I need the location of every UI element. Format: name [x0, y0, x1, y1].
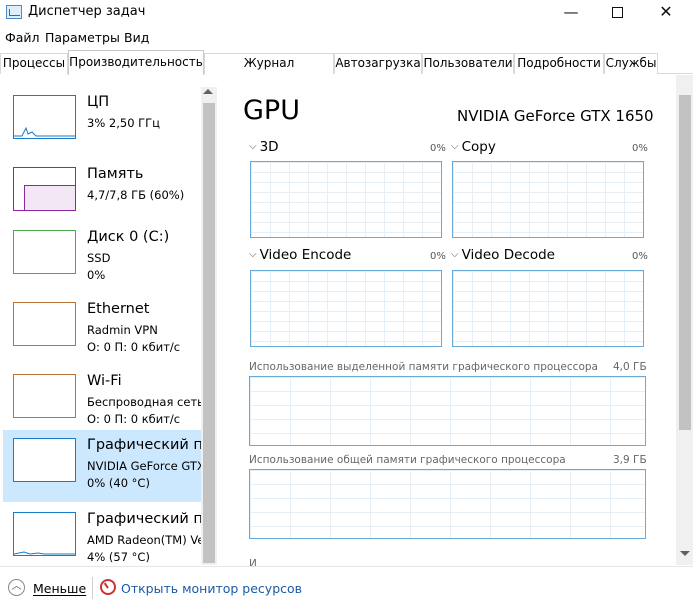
engine-value: 0%	[632, 143, 648, 154]
resource-monitor-icon[interactable]	[100, 579, 116, 595]
engine-label: Video Decode	[461, 247, 555, 263]
resource-name: Графический п	[87, 511, 203, 527]
fewer-details-button[interactable]: Меньше	[33, 581, 86, 596]
scroll-up-arrow-icon[interactable]	[203, 89, 213, 94]
resource-detail-secondary: 4% (57 °C)	[87, 550, 150, 564]
engine-value: 0%	[430, 143, 446, 154]
engine-label: Video Encode	[259, 247, 352, 263]
resource-detail-secondary: 0%	[87, 268, 106, 282]
tab-bar: Процессы Производительность Журнал прило…	[0, 50, 693, 89]
resource-detail: 4,7/7,8 ГБ (60%)	[87, 188, 185, 202]
resource-name: Wi-Fi	[87, 373, 122, 389]
resource-list: ЦП 3% 2,50 ГГц Память 4,7/7,8 ГБ (60%) Д…	[0, 75, 218, 565]
engine-value: 0%	[430, 251, 446, 262]
gpu1-mini-graph	[13, 512, 76, 556]
dedicated-memory-value: 4,0 ГБ	[613, 361, 647, 373]
scroll-down-arrow-icon[interactable]	[680, 551, 690, 556]
engine-label: 3D	[259, 139, 279, 155]
resource-detail-secondary: О: 0 П: 0 кбит/с	[87, 412, 181, 426]
title-bar: Диспетчер задач — ✕	[0, 0, 693, 26]
maximize-icon	[611, 7, 623, 18]
dedicated-memory-graph	[249, 376, 646, 446]
resource-item-wifi[interactable]: Wi-Fi Беспроводная сеть О: 0 П: 0 кбит/с	[3, 366, 204, 438]
resource-detail-secondary: 0% (40 °C)	[87, 476, 150, 490]
resource-detail: NVIDIA GeForce GTX	[87, 459, 205, 473]
resource-item-disk[interactable]: Диск 0 (C:) SSD 0%	[3, 222, 201, 294]
resource-detail: SSD	[87, 251, 111, 265]
wifi-mini-graph	[13, 374, 76, 418]
minimize-button[interactable]: —	[548, 0, 594, 26]
engine-value: 0%	[632, 251, 648, 262]
chevron-down-icon: ⌵	[451, 249, 459, 260]
dedicated-memory-label: Использование выделенной памяти графичес…	[249, 361, 598, 373]
engine-selector-copy[interactable]: ⌵ Copy	[451, 139, 496, 155]
menu-file[interactable]: Файл	[5, 30, 40, 45]
resource-list-scroll-thumb[interactable]	[203, 103, 215, 563]
engine-graph-video-decode	[452, 270, 644, 347]
engine-selector-3d[interactable]: ⌵ 3D	[249, 139, 279, 155]
engine-graph-copy	[452, 161, 644, 238]
tab-startup[interactable]: Автозагрузка	[334, 53, 422, 74]
engine-label: Copy	[461, 139, 496, 155]
resource-detail-secondary: О: 0 П: 0 кбит/с	[87, 340, 181, 354]
detail-scrollbar[interactable]	[676, 75, 693, 565]
detail-title: GPU	[243, 95, 300, 126]
disk-mini-graph	[13, 230, 76, 274]
engine-graph-video-encode	[250, 270, 442, 347]
resource-detail: Radmin VPN	[87, 323, 158, 337]
cpu-mini-graph-line	[14, 126, 75, 137]
gpu0-mini-graph	[13, 438, 76, 482]
resource-name: Графический п	[87, 437, 203, 453]
gpu-model-name: NVIDIA GeForce GTX 1650	[457, 107, 654, 125]
chevron-up-icon[interactable]: ︿	[8, 579, 25, 596]
window-title: Диспетчер задач	[28, 4, 146, 19]
chevron-down-icon: ⌵	[249, 249, 257, 260]
resource-detail: 3% 2,50 ГГц	[87, 116, 161, 130]
resource-name: ЦП	[87, 94, 110, 110]
tab-app-history[interactable]: Журнал приложений	[204, 53, 334, 89]
resource-name: Диск 0 (C:)	[87, 229, 170, 245]
shared-memory-value: 3,9 ГБ	[613, 454, 647, 466]
maximize-button[interactable]	[594, 0, 640, 26]
menu-options[interactable]: Параметры	[45, 30, 120, 45]
resource-detail: Беспроводная сеть	[87, 395, 204, 409]
resource-item-gpu-1[interactable]: Графический п AMD Radeon(TM) Ve 4% (57 °…	[3, 504, 205, 565]
cpu-mini-graph	[13, 95, 76, 139]
tab-users[interactable]: Пользователи	[422, 53, 514, 74]
chevron-down-icon: ⌵	[451, 141, 459, 152]
memory-fill	[24, 184, 75, 210]
resource-item-ethernet[interactable]: Ethernet Radmin VPN О: 0 П: 0 кбит/с	[3, 294, 201, 366]
footer-separator	[92, 577, 93, 599]
tab-details[interactable]: Подробности	[514, 53, 604, 74]
resource-name: Память	[87, 166, 144, 182]
resource-detail: AMD Radeon(TM) Ve	[87, 533, 205, 547]
shared-memory-graph	[249, 469, 646, 539]
task-manager-app-icon	[6, 5, 22, 19]
chevron-down-icon: ⌵	[249, 141, 257, 152]
menu-view[interactable]: Вид	[124, 30, 149, 45]
shared-memory-label: Использование общей памяти графического …	[249, 454, 566, 466]
close-button[interactable]: ✕	[643, 0, 689, 26]
detail-scroll-thumb[interactable]	[679, 95, 691, 430]
engine-selector-video-encode[interactable]: ⌵ Video Encode	[249, 247, 351, 263]
resource-item-memory[interactable]: Память 4,7/7,8 ГБ (60%)	[3, 159, 201, 231]
engine-graph-3d	[250, 161, 442, 238]
engine-selector-video-decode[interactable]: ⌵ Video Decode	[451, 247, 555, 263]
resource-list-scrollbar[interactable]	[201, 87, 217, 565]
gpu1-mini-graph-line	[14, 551, 75, 555]
resource-item-gpu-0[interactable]: Графический п NVIDIA GeForce GTX 0% (40 …	[3, 430, 205, 502]
tab-performance[interactable]: Производительность	[68, 50, 204, 75]
resource-name: Ethernet	[87, 301, 150, 317]
ethernet-mini-graph	[13, 302, 76, 346]
tab-services[interactable]: Службы	[604, 53, 658, 74]
open-resource-monitor-link[interactable]: Открыть монитор ресурсов	[121, 581, 302, 596]
memory-mini-graph	[13, 167, 76, 211]
resource-item-cpu[interactable]: ЦП 3% 2,50 ГГц	[3, 87, 201, 159]
tab-processes[interactable]: Процессы	[0, 53, 68, 74]
